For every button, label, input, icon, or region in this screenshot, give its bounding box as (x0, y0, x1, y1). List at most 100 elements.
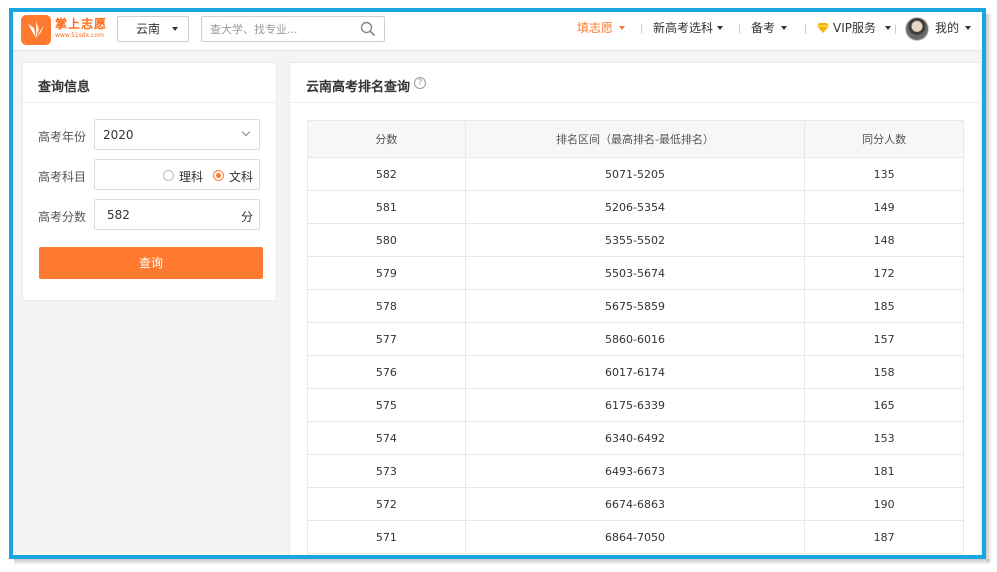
cell-score: 579 (307, 256, 466, 290)
cell-rank-range: 6340-6492 (464, 421, 806, 455)
cell-rank-range: 6493-6673 (464, 454, 806, 488)
table-row: 575 6175-6339 165 (307, 388, 964, 422)
radio-liberal-arts-label[interactable]: 文科 (229, 168, 253, 185)
query-panel-title: 查询信息 (38, 80, 91, 95)
cell-rank-range: 6864-7050 (464, 520, 806, 554)
cell-rank-range: 6017-6174 (464, 355, 806, 389)
caret-down-icon (885, 26, 891, 30)
table-row: 582 5071-5205 135 (307, 157, 964, 191)
brand-name[interactable]: 掌上志愿 (55, 15, 107, 32)
query-button[interactable]: 查询 (39, 247, 263, 279)
cell-same-score-count: 165 (804, 388, 964, 422)
table-row: 576 6017-6174 158 (307, 355, 964, 389)
search-input[interactable] (210, 21, 350, 37)
nav-label: 我的 (935, 21, 960, 35)
province-label: 云南 (136, 22, 161, 36)
score-input[interactable]: 582 分 (94, 199, 260, 230)
cell-score: 576 (307, 355, 466, 389)
radio-science-label[interactable]: 理科 (179, 168, 203, 185)
rank-table: 分数 排名区间（最高排名-最低排名） 同分人数 582 5071-5205 135 5… (307, 120, 964, 554)
nav-label: 备考 (751, 21, 776, 35)
top-nav-bar: 掌上志愿 www.51sdx.com 云南 填志愿 新高考选科 备考 (13, 12, 982, 51)
radio-liberal-arts[interactable] (213, 170, 224, 181)
score-label: 高考分数 (38, 210, 87, 224)
table-row: 572 6674-6863 190 (307, 487, 964, 521)
cell-same-score-count: 149 (804, 190, 964, 224)
cell-same-score-count: 135 (804, 157, 964, 191)
column-header-rank-range: 排名区间（最高排名-最低排名） (464, 120, 806, 158)
divider (23, 102, 276, 103)
column-header-same-score-count: 同分人数 (804, 120, 964, 158)
province-selector[interactable]: 云南 (117, 16, 189, 42)
user-avatar[interactable] (905, 17, 929, 41)
cell-same-score-count: 148 (804, 223, 964, 257)
cell-score: 572 (307, 487, 466, 521)
caret-down-icon (717, 26, 723, 30)
year-label: 高考年份 (38, 130, 87, 144)
table-row: 571 6864-7050 187 (307, 520, 964, 554)
cell-rank-range: 5860-6016 (464, 322, 806, 356)
radio-science[interactable] (163, 170, 174, 181)
nav-divider (641, 24, 642, 34)
cell-same-score-count: 158 (804, 355, 964, 389)
caret-down-icon (965, 26, 971, 30)
query-panel: 查询信息 高考年份 2020 高考科目 理科 文科 高考分数 582 分 查询 (22, 62, 277, 301)
search-icon[interactable] (360, 21, 376, 37)
cell-same-score-count: 187 (804, 520, 964, 554)
cell-score: 578 (307, 289, 466, 323)
diamond-icon (817, 23, 829, 33)
cell-score: 577 (307, 322, 466, 356)
cell-same-score-count: 157 (804, 322, 964, 356)
nav-exam-prep[interactable]: 备考 (751, 12, 787, 51)
cell-same-score-count: 181 (804, 454, 964, 488)
help-icon[interactable]: ? (414, 77, 426, 89)
table-row: 581 5206-5354 149 (307, 190, 964, 224)
results-panel-title: 云南高考排名查询 (306, 80, 411, 95)
nav-divider (805, 24, 806, 34)
cell-same-score-count: 185 (804, 289, 964, 323)
nav-new-gaokao-subjects[interactable]: 新高考选科 (653, 12, 723, 51)
cell-score: 582 (307, 157, 466, 191)
score-unit: 分 (241, 210, 254, 224)
nav-label: 填志愿 (577, 21, 614, 35)
cell-score: 571 (307, 520, 466, 554)
cell-rank-range: 5071-5205 (464, 157, 806, 191)
caret-down-icon (172, 27, 178, 31)
table-row: 573 6493-6673 181 (307, 454, 964, 488)
cell-score: 575 (307, 388, 466, 422)
column-header-score: 分数 (307, 120, 466, 158)
cell-same-score-count: 153 (804, 421, 964, 455)
table-body: 582 5071-5205 135 581 5206-5354 149 580 5355-55… (307, 157, 964, 554)
table-row: 578 5675-5859 185 (307, 289, 964, 323)
cell-score: 573 (307, 454, 466, 488)
nav-divider (739, 24, 740, 34)
chevron-down-icon (241, 127, 251, 137)
logo-icon[interactable] (21, 15, 51, 45)
cell-score: 580 (307, 223, 466, 257)
subject-radio-group: 理科 文科 (94, 159, 260, 190)
subject-label: 高考科目 (38, 170, 87, 184)
score-value: 582 (107, 208, 130, 222)
cell-rank-range: 5675-5859 (464, 289, 806, 323)
caret-down-icon (619, 26, 625, 30)
results-panel: 云南高考排名查询 ? 分数 排名区间（最高排名-最低排名） 同分人数 582 50… (289, 62, 982, 555)
nav-fill-application[interactable]: 填志愿 (577, 12, 625, 51)
table-row: 577 5860-6016 157 (307, 322, 964, 356)
cell-same-score-count: 190 (804, 487, 964, 521)
search-box[interactable] (201, 16, 385, 42)
cell-same-score-count: 172 (804, 256, 964, 290)
cell-score: 581 (307, 190, 466, 224)
nav-divider (895, 24, 896, 34)
nav-vip-service[interactable]: VIP服务 (817, 12, 891, 51)
table-row: 579 5503-5674 172 (307, 256, 964, 290)
cell-score: 574 (307, 421, 466, 455)
nav-my-account[interactable]: 我的 (935, 12, 971, 51)
year-select[interactable]: 2020 (94, 119, 260, 150)
table-header-row: 分数 排名区间（最高排名-最低排名） 同分人数 (307, 120, 964, 158)
nav-label: 新高考选科 (653, 21, 714, 35)
table-row: 574 6340-6492 153 (307, 421, 964, 455)
cell-rank-range: 5355-5502 (464, 223, 806, 257)
cell-rank-range: 5503-5674 (464, 256, 806, 290)
caret-down-icon (781, 26, 787, 30)
divider (290, 102, 981, 103)
